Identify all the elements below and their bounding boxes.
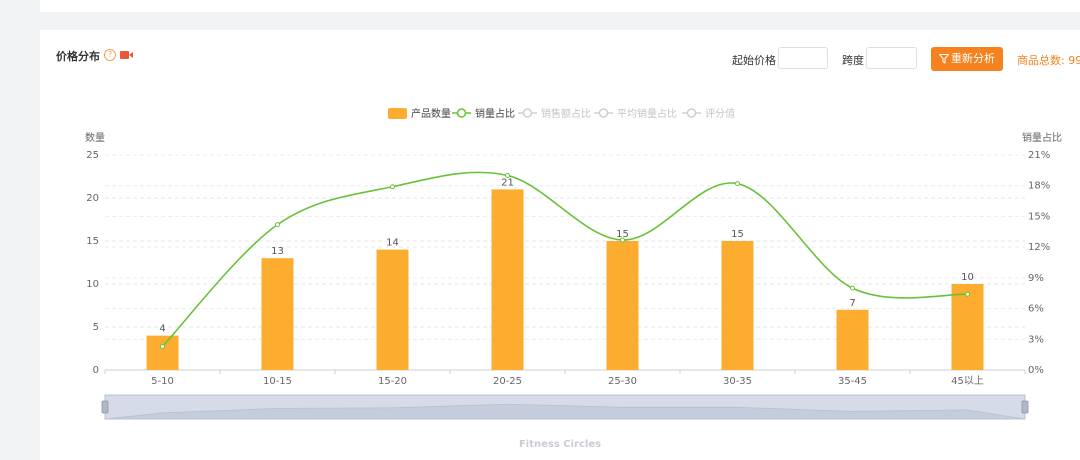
legend-label: 评分值 — [705, 107, 735, 120]
legend-item[interactable]: 评分值 — [682, 107, 735, 120]
x-tick-label: 35-45 — [838, 376, 867, 387]
price-distribution-card: 价格分布 ? 起始价格 跨度 重新分析 商品总数: 99 产品数量 销量占比 销售额… — [40, 30, 1080, 460]
y-right-tick-label: 15% — [1028, 211, 1050, 222]
y-right-tick-label: 6% — [1028, 304, 1044, 315]
line-point[interactable] — [505, 172, 510, 178]
price-chart: 产品数量 销量占比 销售额占比 平均销量占比 评分值 5-10 10-15 15-20 20-… — [85, 107, 1062, 420]
x-tick-label: 15-20 — [378, 376, 407, 387]
bar-data-label: 7 — [849, 298, 855, 309]
zoom-handle-left[interactable] — [101, 400, 109, 414]
legend-item[interactable]: 平均销量占比 — [594, 107, 677, 120]
bar-data-label: 13 — [271, 246, 284, 257]
legend-line-marker — [522, 108, 533, 118]
bar-data-label: 4 — [159, 324, 165, 335]
y-right-tick-label: 9% — [1028, 273, 1044, 284]
x-tick-label: 25-30 — [608, 376, 637, 387]
y-left-axis-label: 数量 — [85, 131, 105, 144]
bar[interactable] — [146, 335, 179, 370]
grid-lines — [105, 154, 1025, 371]
y-left-tick-label: 15 — [86, 236, 99, 247]
line-point[interactable] — [965, 291, 970, 297]
y-right-tick-label: 12% — [1028, 242, 1050, 253]
bar-data-label: 15 — [731, 229, 744, 240]
legend-item[interactable]: 销量占比 — [452, 107, 515, 120]
zoom-handle-right[interactable] — [1021, 400, 1029, 414]
bar[interactable] — [261, 258, 294, 370]
legend-label: 平均销量占比 — [617, 107, 677, 120]
y-left-tick-label: 5 — [93, 322, 99, 333]
x-tick-label: 5-10 — [151, 376, 174, 387]
y-right-tick-label: 18% — [1028, 181, 1050, 192]
y-left-tick-label: 25 — [86, 150, 99, 161]
line-point[interactable] — [275, 222, 280, 228]
bar[interactable] — [376, 249, 409, 370]
bar[interactable] — [721, 241, 754, 370]
y-left-tick-label: 10 — [86, 279, 99, 290]
legend-bar-swatch — [388, 108, 407, 119]
bar[interactable] — [836, 309, 869, 370]
y-right-tick-label: 0% — [1028, 365, 1044, 376]
x-tick-label: 10-15 — [263, 376, 292, 387]
bar[interactable] — [491, 189, 524, 370]
data-zoom-slider[interactable] — [101, 394, 1029, 420]
line-point[interactable] — [390, 184, 395, 190]
chart-legend[interactable]: 产品数量 销量占比 销售额占比 平均销量占比 评分值 — [388, 107, 735, 120]
legend-line-marker — [598, 108, 609, 118]
bar-data-label: 21 — [501, 177, 514, 188]
legend-label: 销量占比 — [475, 107, 515, 120]
line-point[interactable] — [850, 285, 855, 291]
bar-data-label: 10 — [961, 272, 974, 283]
bar[interactable] — [951, 284, 984, 370]
top-panel — [40, 0, 1080, 12]
y-right-tick-label: 21% — [1028, 150, 1050, 161]
y-left-tick-label: 20 — [86, 193, 99, 204]
watermark: Fitness Circles — [518, 439, 602, 450]
line-point[interactable] — [160, 343, 165, 349]
y-right-tick-label: 3% — [1028, 334, 1044, 345]
x-tick-label: 45以上 — [951, 375, 984, 387]
y-left-tick-label: 0 — [93, 365, 99, 376]
y-right-axis-label: 销量占比 — [1022, 131, 1062, 144]
legend-item[interactable]: 销售额占比 — [518, 107, 591, 120]
bar[interactable] — [606, 241, 639, 370]
line-point[interactable] — [620, 237, 625, 243]
legend-label: 销售额占比 — [541, 107, 591, 120]
legend-line-marker — [686, 108, 697, 118]
legend-line-marker — [456, 108, 467, 118]
legend-label: 产品数量 — [411, 107, 451, 120]
x-tick-label: 20-25 — [493, 376, 522, 387]
x-tick-label: 30-35 — [723, 376, 752, 387]
line-point[interactable] — [735, 181, 740, 187]
bar-data-label: 14 — [386, 238, 399, 249]
axes: 5-10 10-15 15-20 20-25 25-30 30-35 35-45 45以上 0 5… — [85, 131, 1062, 387]
legend-item[interactable]: 产品数量 — [388, 107, 451, 120]
